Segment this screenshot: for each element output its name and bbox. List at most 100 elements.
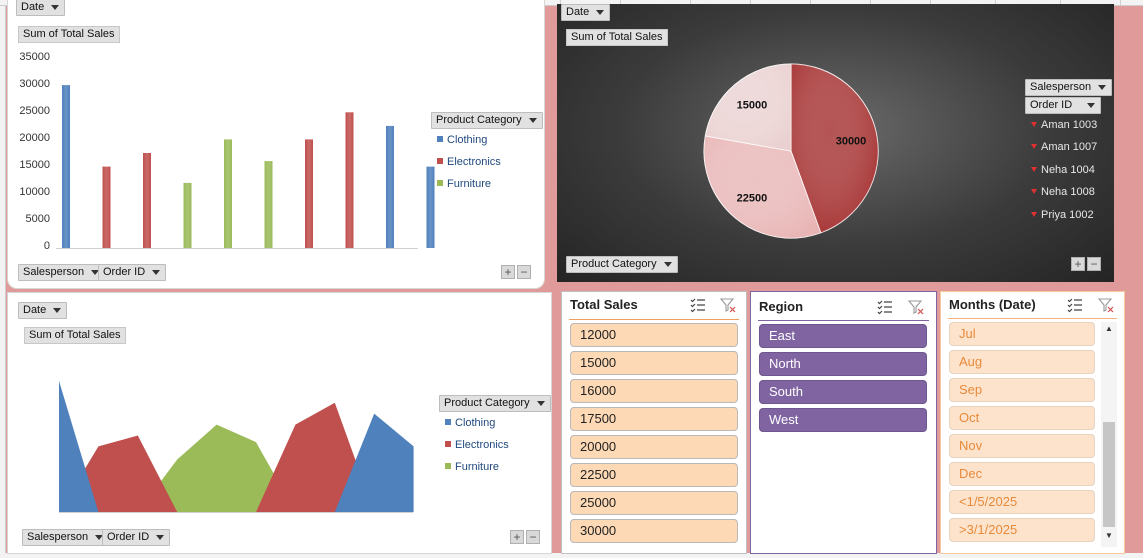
legend-marker (1031, 189, 1037, 194)
legend-item: Aman 1007 (1031, 141, 1097, 153)
slicer-title: Total Sales (570, 297, 638, 312)
salesperson-legend-filter-button[interactable]: Salesperson (1025, 79, 1113, 96)
total-sales-option[interactable]: 22500 (570, 463, 738, 487)
scroll-up-button[interactable]: ▲ (1101, 324, 1117, 338)
pie-data-label: 30000 (836, 135, 867, 147)
legend-item-clothing: Clothing (437, 134, 487, 146)
expand-button[interactable]: + (501, 265, 515, 279)
bar-clothing (426, 166, 435, 248)
legend-label: Clothing (447, 134, 488, 146)
month-option[interactable]: Sep (949, 378, 1095, 402)
multi-select-icon[interactable] (877, 299, 893, 315)
region-option[interactable]: East (759, 324, 927, 348)
month-option[interactable]: Dec (949, 462, 1095, 486)
scroll-down-button[interactable]: ▼ (1101, 531, 1117, 545)
slicer-divider (758, 320, 929, 321)
legend-label: Furniture (447, 178, 492, 190)
region-option[interactable]: West (759, 408, 927, 432)
region-option[interactable]: South (759, 380, 927, 404)
slicer-title: Months (Date) (949, 297, 1036, 312)
expand-button[interactable]: + (510, 530, 524, 544)
bar-electronics (102, 166, 111, 248)
multi-select-icon[interactable] (690, 297, 706, 313)
legend-swatch (445, 463, 451, 469)
total-sales-option[interactable]: 17500 (570, 407, 738, 431)
legend-item-furniture: Furniture (437, 178, 491, 190)
month-option[interactable]: >3/1/2025 (949, 518, 1095, 542)
area-chart-panel[interactable]: Date Sum of Total Sales Product Category… (7, 292, 552, 554)
slicer-title: Region (759, 299, 804, 314)
legend-swatch (437, 180, 443, 186)
legend-marker (1031, 212, 1037, 217)
legend-label: Clothing (455, 417, 496, 429)
legend-swatch (445, 441, 451, 447)
bar-chart-panel[interactable]: Date Sum of Total Sales 35000 30000 2500… (7, 0, 545, 289)
month-option[interactable]: Nov (949, 434, 1095, 458)
bar-furniture (183, 182, 192, 248)
legend-item: Priya 1002 (1031, 209, 1094, 221)
bar-furniture (224, 139, 232, 248)
legend-label: Neha 1004 (1041, 164, 1095, 176)
region-slicer[interactable]: Region East North South West (750, 291, 937, 554)
order-id-filter-button[interactable]: Order ID (98, 264, 167, 281)
total-sales-option[interactable]: 20000 (570, 435, 738, 459)
clear-filter-icon[interactable] (1097, 297, 1114, 313)
bar-furniture (264, 161, 273, 248)
total-sales-slicer[interactable]: Total Sales 12000 15000 16000 17500 20000 225… (561, 291, 747, 554)
legend-filter-button[interactable]: Product Category (439, 395, 551, 412)
product-category-filter-button[interactable]: Product Category (566, 256, 678, 273)
legend-item-electronics: Electronics (437, 156, 501, 168)
legend-label: Priya 1002 (1041, 209, 1094, 221)
multi-select-icon[interactable] (1067, 297, 1083, 313)
pie-data-label: 22500 (737, 193, 768, 205)
legend-swatch (437, 158, 443, 164)
legend-label: Neha 1008 (1041, 186, 1095, 198)
legend-label: Aman 1007 (1041, 141, 1098, 153)
clear-filter-icon[interactable] (719, 297, 736, 313)
legend-item-electronics: Electronics (445, 439, 509, 451)
pie-chart-panel[interactable]: Date Sum of Total Sales 30000 22500 15000 … (557, 4, 1114, 282)
total-sales-option[interactable]: 16000 (570, 379, 738, 403)
months-slicer[interactable]: Months (Date) Jul Aug Sep Oct Nov Dec <1/5/202… (940, 291, 1125, 554)
legend-item: Aman 1003 (1031, 119, 1097, 131)
month-option[interactable]: <1/5/2025 (949, 490, 1095, 514)
region-option[interactable]: North (759, 352, 927, 376)
total-sales-option[interactable]: 25000 (570, 491, 738, 515)
bar-electronics (305, 139, 313, 248)
slicer-scrollbar[interactable]: ▲ ▼ (1101, 322, 1117, 547)
clear-filter-icon[interactable] (907, 299, 924, 315)
scroll-thumb[interactable] (1103, 422, 1115, 527)
expand-button[interactable]: + (1071, 257, 1085, 271)
legend-label: Aman 1003 (1041, 119, 1098, 131)
legend-label: Electronics (447, 156, 501, 168)
legend-label: Furniture (455, 461, 500, 473)
legend-item-furniture: Furniture (445, 461, 499, 473)
collapse-button[interactable]: − (526, 530, 540, 544)
legend-marker (1031, 144, 1037, 149)
bar-electronics (143, 153, 151, 248)
month-option[interactable]: Oct (949, 406, 1095, 430)
collapse-button[interactable]: − (517, 265, 531, 279)
bar-clothing (386, 125, 394, 248)
total-sales-option[interactable]: 15000 (570, 351, 738, 375)
bar-electronics (345, 112, 354, 248)
salesperson-filter-button[interactable]: Salesperson (18, 264, 106, 281)
month-option[interactable]: Jul (949, 322, 1095, 346)
total-sales-option[interactable]: 12000 (570, 323, 738, 347)
legend-filter-button[interactable]: Product Category (431, 112, 543, 129)
legend-item: Neha 1004 (1031, 164, 1095, 176)
legend-marker (1031, 167, 1037, 172)
legend-item: Neha 1008 (1031, 186, 1095, 198)
collapse-button[interactable]: − (1087, 257, 1101, 271)
salesperson-filter-button[interactable]: Salesperson (22, 529, 110, 546)
month-option[interactable]: Aug (949, 350, 1095, 374)
slicer-divider (569, 319, 739, 320)
sheet-row-header (0, 6, 6, 558)
legend-swatch (445, 419, 451, 425)
pie-data-label: 15000 (737, 99, 768, 111)
legend-label: Electronics (455, 439, 509, 451)
total-sales-option[interactable]: 30000 (570, 519, 738, 543)
order-id-legend-filter-button[interactable]: Order ID (1025, 97, 1102, 114)
bar-clothing (62, 85, 70, 248)
order-id-filter-button[interactable]: Order ID (102, 529, 171, 546)
